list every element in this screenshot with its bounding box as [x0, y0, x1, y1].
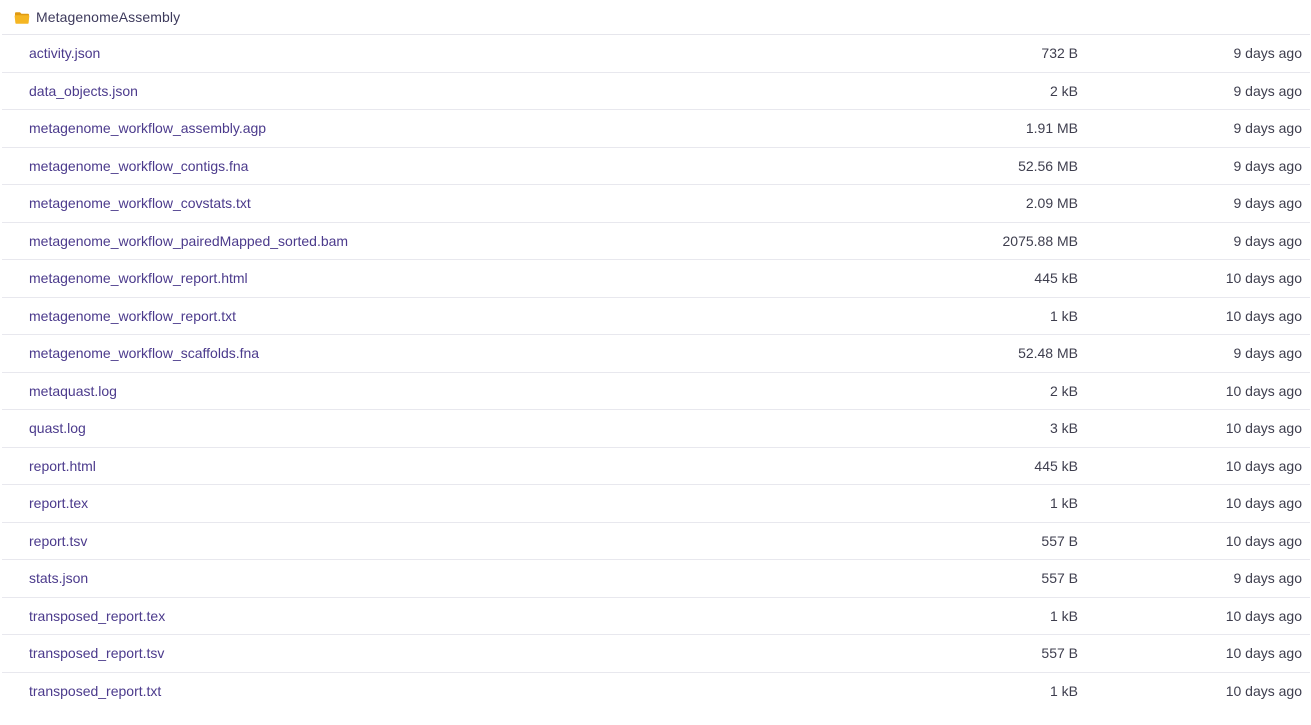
file-size: 52.48 MB: [1018, 345, 1078, 362]
file-name-link[interactable]: metagenome_workflow_report.html: [2, 270, 878, 286]
file-row[interactable]: metagenome_workflow_pairedMapped_sorted.…: [2, 223, 1310, 260]
file-size: 445 kB: [1034, 270, 1078, 287]
file-row[interactable]: metagenome_workflow_scaffolds.fna 52.48 M…: [2, 335, 1310, 373]
file-row[interactable]: report.tex 1 kB 10 days ago: [2, 485, 1310, 523]
file-modified: 9 days ago: [1233, 45, 1303, 62]
file-modified: 9 days ago: [1233, 82, 1303, 99]
file-row[interactable]: data_objects.json 2 kB 9 days ago: [2, 73, 1310, 110]
file-name-link[interactable]: metagenome_workflow_report.txt: [2, 308, 878, 324]
folder-name: MetagenomeAssembly: [36, 9, 181, 25]
file-row[interactable]: metagenome_workflow_contigs.fna 52.56 MB 9…: [2, 148, 1310, 185]
file-size: 3 kB: [1049, 420, 1078, 437]
file-size: 1 kB: [1049, 307, 1078, 324]
file-size: 1.91 MB: [1025, 120, 1078, 137]
file-listing: MetagenomeAssembly activity.json 732 B 9 d…: [2, 0, 1310, 710]
file-row[interactable]: transposed_report.tsv 557 B 10 days ago: [2, 635, 1310, 673]
file-size: 1 kB: [1049, 607, 1078, 624]
file-size: 52.56 MB: [1018, 157, 1078, 174]
file-modified: 9 days ago: [1233, 195, 1303, 212]
file-name-link[interactable]: quast.log: [2, 420, 878, 436]
file-modified: 10 days ago: [1225, 420, 1302, 437]
file-name-link[interactable]: transposed_report.tsv: [2, 645, 878, 661]
file-name-link[interactable]: activity.json: [2, 45, 878, 61]
file-row[interactable]: metagenome_workflow_covstats.txt 2.09 MB 9…: [2, 185, 1310, 223]
file-size: 445 kB: [1034, 457, 1078, 474]
file-size: 1 kB: [1049, 495, 1078, 512]
file-size: 2075.88 MB: [1002, 232, 1079, 249]
file-modified: 9 days ago: [1233, 345, 1303, 362]
file-modified: 10 days ago: [1225, 382, 1302, 399]
file-name-link[interactable]: transposed_report.txt: [2, 683, 878, 699]
file-modified: 10 days ago: [1225, 607, 1302, 624]
file-row[interactable]: activity.json 732 B 9 days ago: [2, 35, 1310, 73]
file-name-link[interactable]: metaquast.log: [2, 383, 878, 399]
folder-icon: [14, 11, 30, 25]
file-row[interactable]: metagenome_workflow_report.txt 1 kB 10 day…: [2, 298, 1310, 335]
file-modified: 10 days ago: [1225, 270, 1302, 287]
file-size: 557 B: [1041, 645, 1078, 662]
file-name-link[interactable]: metagenome_workflow_pairedMapped_sorted.…: [2, 233, 878, 249]
file-row[interactable]: quast.log 3 kB 10 days ago: [2, 410, 1310, 448]
file-modified: 9 days ago: [1233, 570, 1303, 587]
file-row[interactable]: transposed_report.tex 1 kB 10 days ago: [2, 598, 1310, 635]
file-name-link[interactable]: metagenome_workflow_contigs.fna: [2, 158, 878, 174]
file-row[interactable]: metagenome_workflow_report.html 445 kB 10 …: [2, 260, 1310, 298]
file-name-link[interactable]: report.tex: [2, 495, 878, 511]
file-name-link[interactable]: metagenome_workflow_assembly.agp: [2, 120, 878, 136]
file-row[interactable]: report.tsv 557 B 10 days ago: [2, 523, 1310, 560]
file-size: 1 kB: [1049, 683, 1078, 700]
file-row[interactable]: report.html 445 kB 10 days ago: [2, 448, 1310, 485]
file-modified: 10 days ago: [1225, 683, 1302, 700]
file-modified: 10 days ago: [1225, 495, 1302, 512]
file-size: 557 B: [1041, 532, 1078, 549]
file-name-link[interactable]: metagenome_workflow_covstats.txt: [2, 195, 878, 211]
file-modified: 9 days ago: [1233, 157, 1303, 174]
file-row[interactable]: transposed_report.txt 1 kB 10 days ago: [2, 673, 1310, 711]
file-modified: 9 days ago: [1233, 120, 1303, 137]
file-size: 2 kB: [1049, 382, 1078, 399]
file-row[interactable]: metaquast.log 2 kB 10 days ago: [2, 373, 1310, 410]
file-rows: activity.json 732 B9 days ago data_objects…: [2, 35, 1310, 710]
file-size: 2 kB: [1049, 82, 1078, 99]
folder-header[interactable]: MetagenomeAssembly: [2, 0, 1310, 35]
file-size: 2.09 MB: [1025, 195, 1078, 212]
file-modified: 9 days ago: [1233, 232, 1303, 249]
file-name-link[interactable]: data_objects.json: [2, 83, 878, 99]
file-size: 732 B: [1041, 45, 1078, 62]
file-modified: 10 days ago: [1225, 532, 1302, 549]
file-modified: 10 days ago: [1225, 307, 1302, 324]
file-size: 557 B: [1041, 570, 1078, 587]
file-row[interactable]: metagenome_workflow_assembly.agp 1.91 MB 9…: [2, 110, 1310, 148]
file-name-link[interactable]: transposed_report.tex: [2, 608, 878, 624]
file-modified: 10 days ago: [1225, 457, 1302, 474]
file-name-link[interactable]: report.tsv: [2, 533, 878, 549]
file-modified: 10 days ago: [1225, 645, 1302, 662]
file-name-link[interactable]: report.html: [2, 458, 878, 474]
file-name-link[interactable]: metagenome_workflow_scaffolds.fna: [2, 345, 878, 361]
file-name-link[interactable]: stats.json: [2, 570, 878, 586]
file-row[interactable]: stats.json 557 B 9 days ago: [2, 560, 1310, 598]
